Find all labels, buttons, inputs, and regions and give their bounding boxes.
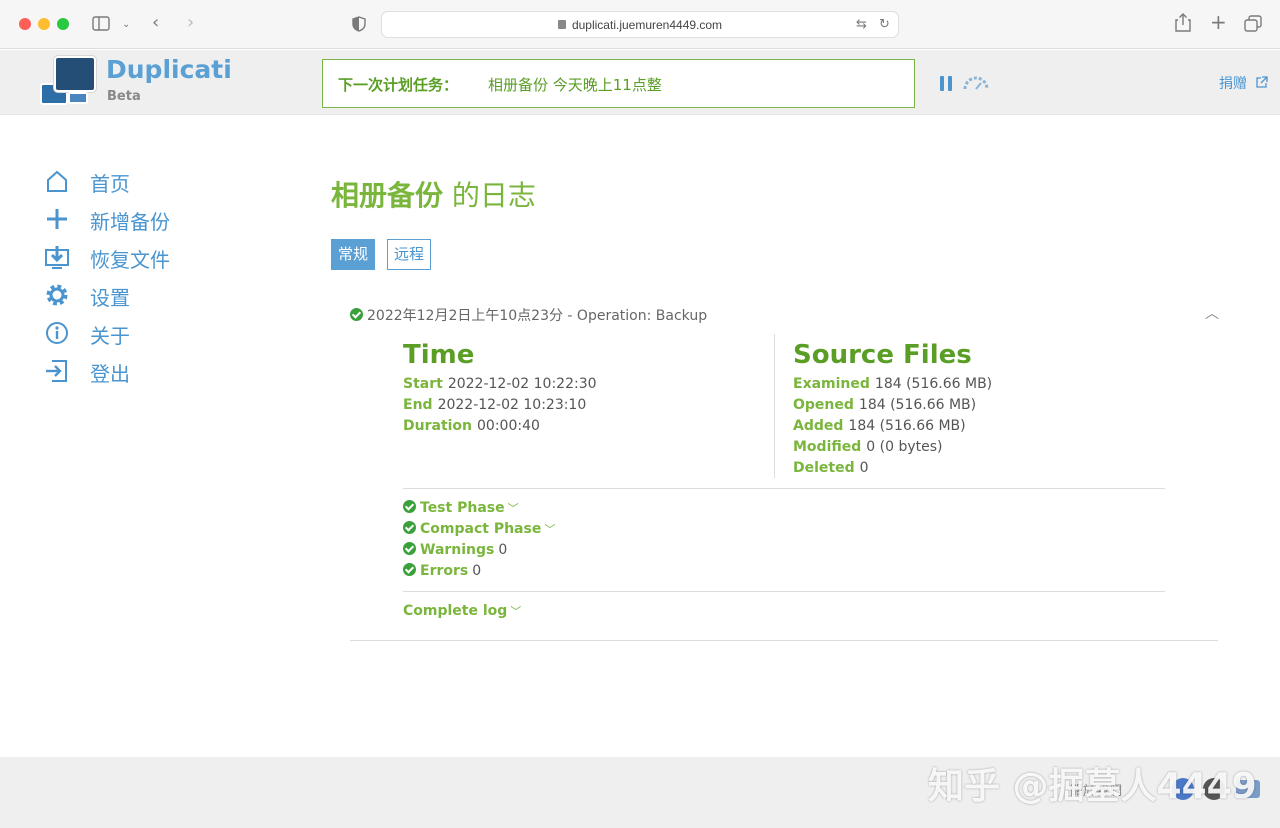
logout-icon	[46, 360, 67, 382]
sidebar-toggle-icon[interactable]	[92, 16, 110, 31]
time-start-row: Start 2022-12-02 10:22:30	[403, 376, 597, 392]
donate-label: 捐赠	[1219, 76, 1247, 92]
source-files-section-title: Source Files	[793, 340, 972, 370]
forward-icon[interactable]: ›	[187, 14, 194, 32]
chevron-up-icon[interactable]: ︿	[1205, 303, 1219, 323]
new-tab-icon[interactable]: +	[1210, 12, 1227, 32]
sidebar-item-label: 设置	[90, 286, 130, 310]
translate-icon[interactable]: ⇆	[856, 17, 867, 33]
watermark-text: 知乎 @掘墓人4449	[928, 766, 1257, 807]
lock-icon	[557, 20, 566, 29]
tab-overview-icon[interactable]	[1244, 15, 1262, 32]
warnings-row: Warnings 0	[403, 542, 507, 558]
page-title: 相册备份 的日志	[331, 174, 536, 214]
sidebar-item-home[interactable]: 首页	[44, 166, 264, 196]
sidebar-item-add-backup[interactable]: 新增备份	[44, 204, 264, 234]
compact-phase-toggle[interactable]: Compact Phase ﹀	[403, 521, 555, 537]
pause-icon[interactable]	[940, 76, 952, 91]
divider	[403, 591, 1165, 592]
brand-name[interactable]: Duplicati	[106, 55, 232, 84]
schedule-value[interactable]: 相册备份 今天晚上11点整	[488, 74, 662, 95]
source-modified-row: Modified 0 (0 bytes)	[793, 439, 943, 455]
privacy-shield-icon[interactable]	[352, 16, 366, 32]
share-icon[interactable]	[1175, 13, 1191, 32]
chevron-down-icon: ﹀	[507, 502, 519, 515]
chevron-down-icon: ﹀	[510, 605, 522, 618]
complete-log-toggle[interactable]: Complete log ﹀	[403, 603, 521, 619]
browser-toolbar: ⌄ ‹ › duplicati.juemuren4449.com ⇆ ↻ +	[0, 0, 1280, 49]
sidebar-item-label: 恢复文件	[90, 248, 170, 272]
time-duration-row: Duration 00:00:40	[403, 418, 540, 434]
time-section-title: Time	[403, 340, 475, 370]
test-phase-toggle[interactable]: Test Phase ﹀	[403, 500, 519, 516]
success-check-icon	[403, 500, 416, 513]
source-added-row: Added 184 (516.66 MB)	[793, 418, 966, 434]
external-link-icon	[1256, 76, 1269, 88]
tab-general[interactable]: 常规	[331, 239, 376, 270]
success-check-icon	[350, 308, 363, 321]
divider	[350, 640, 1218, 641]
reload-icon[interactable]: ↻	[879, 17, 890, 33]
back-icon[interactable]: ‹	[152, 14, 159, 32]
close-window-button[interactable]	[19, 18, 31, 30]
chevron-down-icon: ﹀	[544, 523, 556, 536]
tab-remote[interactable]: 远程	[387, 239, 432, 270]
section-divider	[774, 334, 775, 478]
schedule-label: 下一次计划任务：	[338, 76, 459, 94]
next-scheduled-task: 下一次计划任务： 相册备份 今天晚上11点整	[322, 59, 915, 108]
log-entry-title: 2022年12月2日上午10点23分 - Operation: Backup	[367, 308, 708, 324]
throttle-icon[interactable]	[962, 74, 990, 92]
page-title-suffix: 的日志	[443, 179, 536, 212]
sidebar-item-restore[interactable]: 恢复文件	[44, 242, 264, 272]
sidebar-item-about[interactable]: 关于	[44, 318, 264, 348]
restore-icon	[45, 246, 69, 269]
zoom-window-button[interactable]	[57, 18, 69, 30]
success-check-icon	[403, 521, 416, 534]
source-deleted-row: Deleted 0	[793, 460, 869, 476]
time-end-row: End 2022-12-02 10:23:10	[403, 397, 587, 413]
source-opened-row: Opened 184 (516.66 MB)	[793, 397, 977, 413]
sidebar-item-label: 首页	[90, 172, 130, 196]
chevron-down-icon[interactable]: ⌄	[122, 17, 130, 33]
success-check-icon	[403, 542, 416, 555]
beta-label: Beta	[107, 89, 141, 104]
backup-name: 相册备份	[331, 179, 444, 212]
sidebar-item-logout[interactable]: 登出	[44, 356, 264, 386]
sidebar-item-label: 关于	[90, 324, 130, 348]
plus-icon	[47, 209, 67, 229]
source-examined-row: Examined 184 (516.66 MB)	[793, 376, 993, 392]
sidebar-item-settings[interactable]: 设置	[44, 280, 264, 310]
address-bar[interactable]: duplicati.juemuren4449.com ⇆ ↻	[381, 11, 899, 38]
donate-link[interactable]: 捐赠	[1219, 73, 1269, 93]
home-icon	[47, 170, 67, 192]
success-check-icon	[403, 563, 416, 576]
url-text: duplicati.juemuren4449.com	[571, 18, 723, 32]
gear-icon	[46, 284, 68, 306]
errors-row: Errors 0	[403, 563, 481, 579]
sidebar-item-label: 新增备份	[90, 210, 170, 234]
info-icon	[46, 322, 68, 344]
minimize-window-button[interactable]	[38, 18, 50, 30]
sidebar-item-label: 登出	[90, 362, 130, 386]
divider	[403, 488, 1165, 489]
log-entry-header[interactable]: 2022年12月2日上午10点23分 - Operation: Backup	[350, 305, 707, 325]
